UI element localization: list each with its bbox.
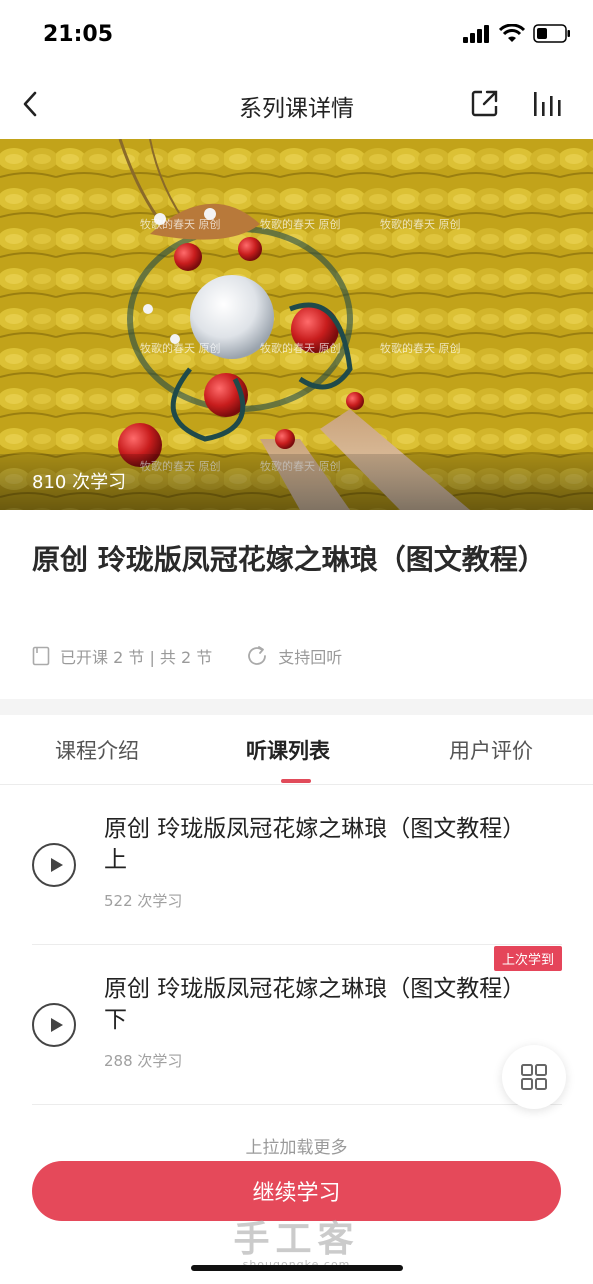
share-icon [471, 90, 498, 117]
lesson-item[interactable]: 原创 玲珑版凤冠花嫁之琳琅（图文教程）上 522 次学习 [32, 784, 562, 945]
lesson-item[interactable]: 上次学到 原创 玲珑版凤冠花嫁之琳琅（图文教程）下 288 次学习 [32, 944, 562, 1105]
tab-bar: 课程介绍 听课列表 用户评价 [0, 715, 593, 785]
book-icon [32, 646, 50, 666]
grid-icon [521, 1064, 547, 1090]
wifi-icon [499, 24, 525, 42]
section-divider [0, 699, 593, 715]
hero-image: 牧歌的春天 原创 牧歌的春天 原创 牧歌的春天 原创 牧歌的春天 原创 牧歌的春天 原创… [0, 139, 593, 510]
hero-watermark-text: 牧歌的春天 原创 [140, 217, 221, 231]
lesson-title: 原创 玲珑版凤冠花嫁之琳琅（图文教程）上 [104, 816, 514, 873]
sessions-text: 已开课 2 节 | 共 2 节 [60, 648, 213, 667]
hero-watermark-text: 牧歌的春天 原创 [140, 341, 221, 355]
grid-menu-button[interactable] [502, 1045, 566, 1109]
status-time: 21:05 [43, 22, 114, 47]
hero-watermark-text: 牧歌的春天 原创 [380, 341, 461, 355]
hero-watermark-text: 牧歌的春天 原创 [380, 217, 461, 231]
status-icons [463, 24, 571, 43]
load-more-hint: 上拉加载更多 [245, 1138, 348, 1158]
replay-info: 支持回听 [246, 644, 342, 668]
lesson-study-count: 522 次学习 [104, 892, 183, 910]
status-bar: 21:05 [0, 0, 593, 72]
sessions-info: 已开课 2 节 | 共 2 节 [32, 644, 212, 668]
page-title: 系列课详情 [239, 96, 354, 122]
play-icon[interactable] [32, 843, 76, 887]
share-button[interactable] [470, 88, 502, 120]
replay-text: 支持回听 [278, 648, 343, 667]
hero-watermark-text: 牧歌的春天 原创 [260, 341, 341, 355]
hero-watermark-text: 牧歌的春天 原创 [260, 217, 341, 231]
active-tab-indicator [281, 779, 311, 783]
play-icon[interactable] [32, 1003, 76, 1047]
tab-course-intro[interactable]: 课程介绍 [55, 735, 139, 765]
hero-study-count: 810 次学习 [32, 472, 127, 493]
site-watermark: 手工客 [233, 1219, 360, 1260]
tab-user-reviews[interactable]: 用户评价 [449, 735, 533, 765]
tab-lesson-list[interactable]: 听课列表 [246, 735, 330, 765]
replay-icon [248, 646, 267, 665]
battery-icon [533, 24, 570, 43]
course-meta: 已开课 2 节 | 共 2 节 支持回听 [32, 642, 342, 670]
home-indicator[interactable] [191, 1265, 403, 1271]
audio-bars-button[interactable] [532, 88, 566, 120]
course-title: 原创 玲珑版凤冠花嫁之琳琅（图文教程） [32, 543, 546, 576]
lesson-title: 原创 玲珑版凤冠花嫁之琳琅（图文教程）下 [104, 976, 514, 1033]
cellular-signal-icon [463, 24, 489, 43]
audio-bars-icon [534, 92, 561, 116]
nav-bar: 系列课详情 [0, 72, 593, 138]
last-studied-badge: 上次学到 [493, 946, 562, 971]
lesson-study-count: 288 次学习 [104, 1052, 183, 1070]
